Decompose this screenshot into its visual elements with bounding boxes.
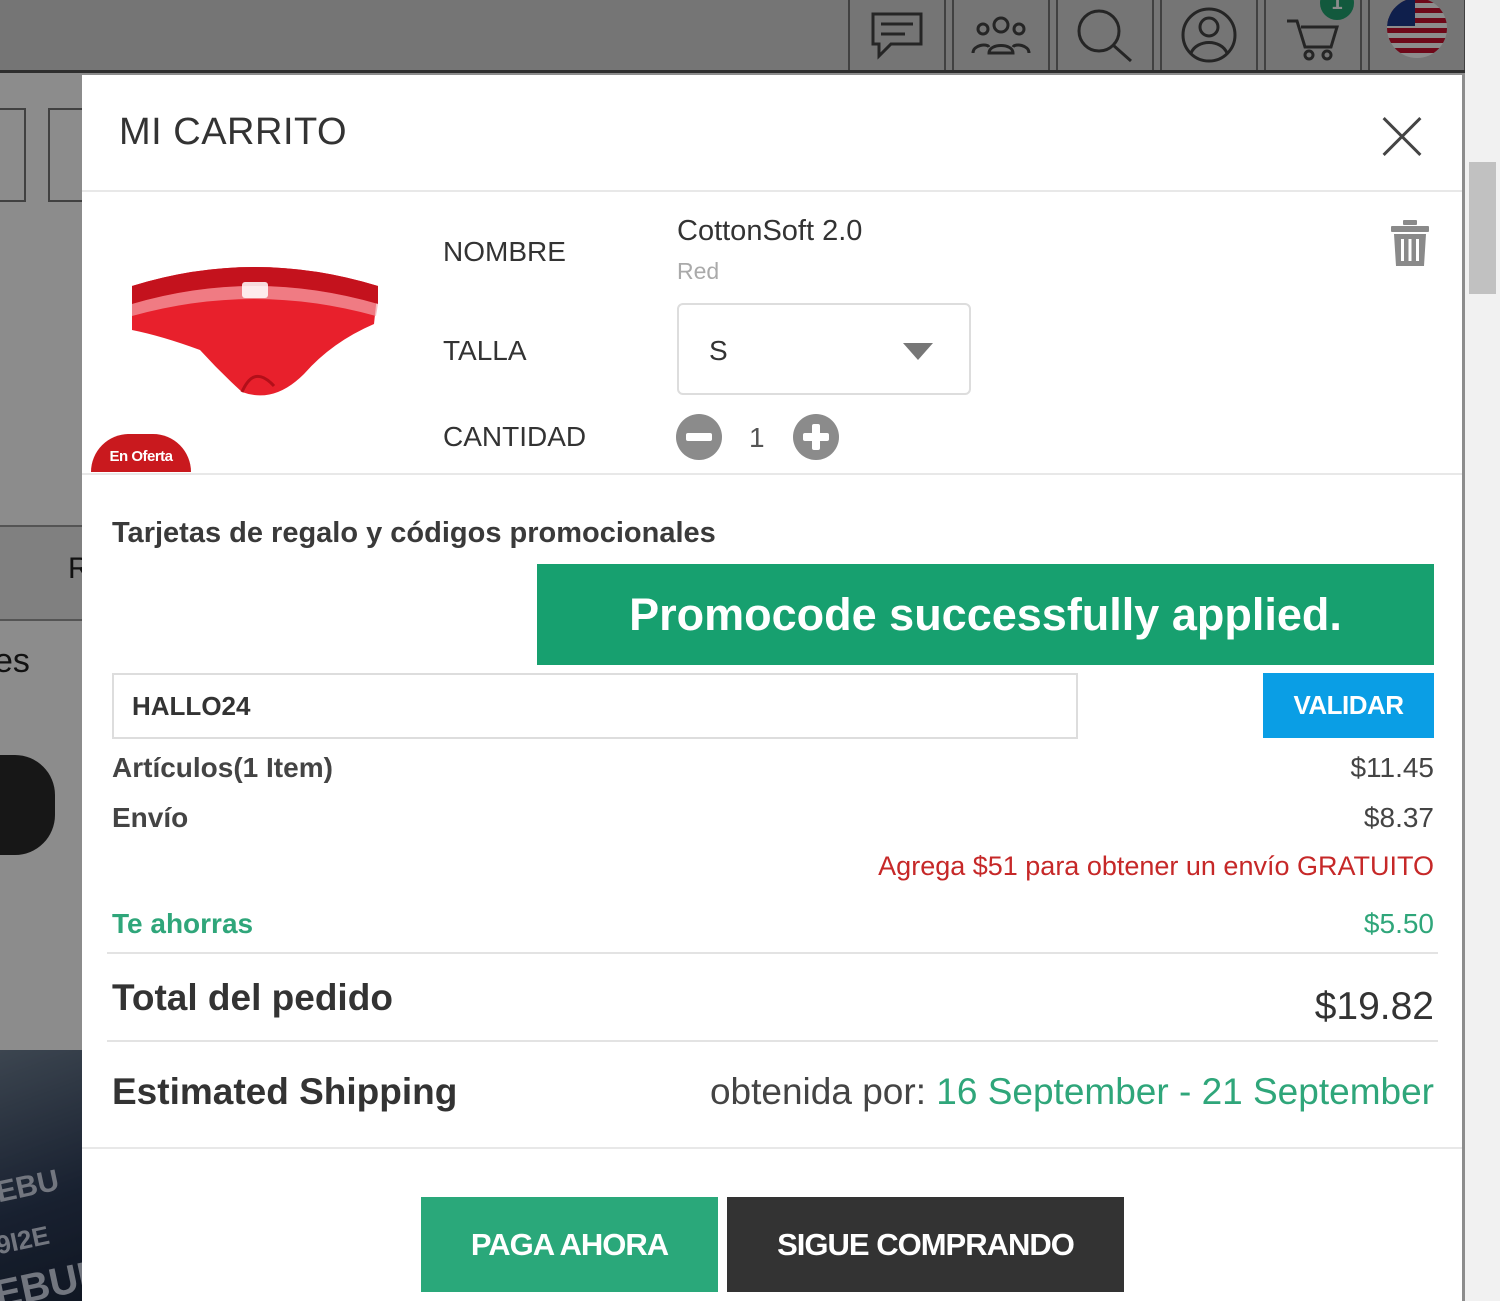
order-total-label: Total del pedido [112,977,393,1018]
pay-now-button[interactable]: PAGA AHORA [421,1197,718,1292]
product-name[interactable]: CottonSoft 2.0 [677,215,862,248]
promo-success-message: Promocode successfully applied. [537,564,1434,665]
estimated-shipping-dates: 16 September - 21 September [936,1071,1434,1112]
footer-divider [82,1147,1462,1149]
close-icon[interactable] [1380,115,1424,159]
free-shipping-note: Agrega $51 para obtener un envío GRATUIT… [878,851,1434,881]
page-scrollbar[interactable] [1465,0,1500,1301]
estimated-shipping-prefix: obtenida por: [709,1071,937,1112]
scrollbar-thumb[interactable] [1469,162,1496,294]
quantity-increase-button[interactable] [793,414,839,460]
modal-title: MI CARRITO [119,111,348,153]
product-image [132,267,378,396]
estimated-shipping-value: obtenida por: 16 September - 21 Septembe… [710,1071,1434,1113]
promo-section-title: Tarjetas de regalo y códigos promocional… [112,517,716,549]
items-value: $11.45 [1350,752,1434,783]
validate-button[interactable]: VALIDAR [1263,673,1434,738]
divider [107,952,1438,954]
size-label: TALLA [443,335,527,366]
trash-icon[interactable] [1390,218,1430,268]
quantity-value: 1 [749,422,765,453]
sale-badge: En Oferta [91,434,191,472]
promo-code-input[interactable] [112,673,1078,739]
minus-icon [686,433,712,441]
cart-modal: MI CARRITO En Oferta NOMBRE TALLA CANTID… [82,75,1462,1301]
items-label: Artículos(1 Item) [112,752,333,783]
quantity-label: CANTIDAD [443,421,587,452]
modal-header: MI CARRITO [82,75,1462,192]
name-label: NOMBRE [443,236,566,267]
quantity-decrease-button[interactable] [676,414,722,460]
size-select[interactable]: S [677,303,971,395]
dropdown-arrow-icon [903,343,933,360]
shipping-label: Envío [112,802,189,833]
divider [107,1040,1438,1042]
estimated-shipping-label: Estimated Shipping [112,1071,458,1112]
order-total-value: $19.82 [1314,985,1434,1028]
savings-label: Te ahorras [112,908,254,939]
size-selected-value: S [709,335,728,366]
product-color: Red [677,258,720,284]
continue-shopping-button[interactable]: SIGUE COMPRANDO [727,1197,1124,1292]
savings-value: $5.50 [1363,908,1434,939]
cart-item: En Oferta NOMBRE TALLA CANTIDAD CottonSo… [82,192,1462,475]
shipping-value: $8.37 [1363,802,1434,833]
